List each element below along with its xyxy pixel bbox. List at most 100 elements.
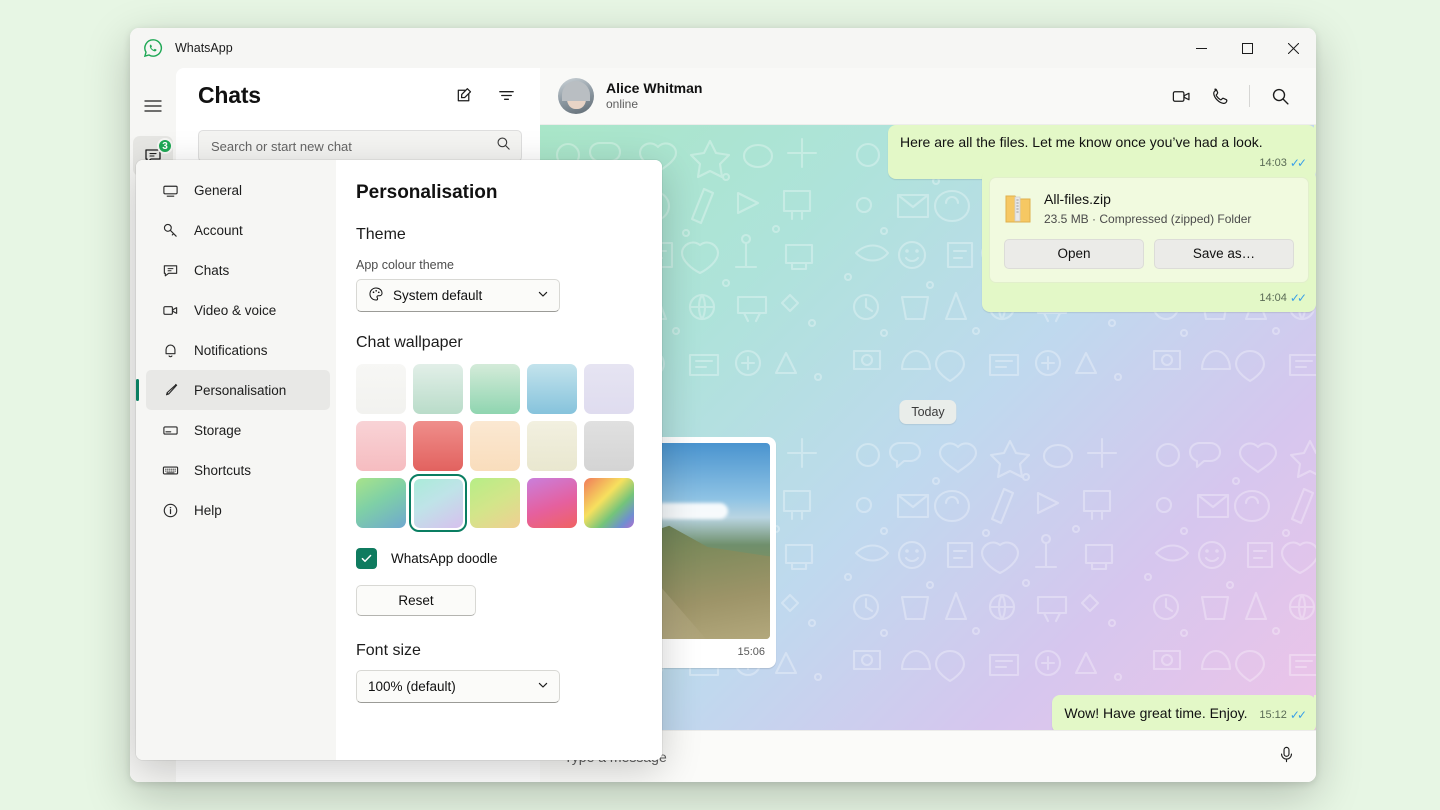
message-text: Wow! Have great time. Enjoy. xyxy=(1064,705,1247,721)
desktop-background: WhatsApp xyxy=(0,0,1440,810)
chats-unread-badge: 3 xyxy=(157,138,173,154)
hamburger-menu-icon[interactable] xyxy=(133,86,173,126)
search-input[interactable]: Search or start new chat xyxy=(198,130,522,162)
video-camera-icon xyxy=(160,302,180,319)
message-bubble-outgoing-2[interactable]: Wow! Have great time. Enjoy. 15:12 ✓✓ xyxy=(1052,695,1316,730)
wallpaper-swatch-rainbow[interactable] xyxy=(584,478,634,528)
wallpaper-swatch-grid[interactable] xyxy=(356,364,638,528)
theme-section-title: Theme xyxy=(356,226,638,244)
read-receipt-icon: ✓✓ xyxy=(1290,707,1304,723)
sidebar-item-notifications[interactable]: Notifications xyxy=(146,330,330,370)
peer-status: online xyxy=(606,97,702,112)
sidebar-item-account[interactable]: Account xyxy=(146,210,330,250)
storage-card-icon xyxy=(160,422,180,439)
key-icon xyxy=(160,222,180,239)
sidebar-item-storage[interactable]: Storage xyxy=(146,410,330,450)
app-colour-theme-dropdown[interactable]: System default xyxy=(356,279,560,312)
chat-header: Alice Whitman online xyxy=(540,68,1316,125)
title-bar: WhatsApp xyxy=(130,28,1316,68)
wallpaper-swatch-mint-lilac[interactable] xyxy=(413,478,463,528)
wallpaper-swatch-pale-mint[interactable] xyxy=(413,364,463,414)
maximize-button[interactable] xyxy=(1224,28,1270,68)
day-divider-chip: Today xyxy=(899,400,956,424)
wallpaper-section-title: Chat wallpaper xyxy=(356,334,638,352)
message-time: 14:04 xyxy=(1259,291,1287,306)
sidebar-item-help[interactable]: Help xyxy=(146,490,330,530)
chat-header-actions xyxy=(1165,80,1296,112)
app-title: WhatsApp xyxy=(175,41,233,55)
wallpaper-swatch-white[interactable] xyxy=(356,364,406,414)
whatsapp-doodle-checkbox[interactable]: WhatsApp doodle xyxy=(356,548,638,569)
paintbrush-icon xyxy=(160,382,180,399)
whatsapp-window: WhatsApp xyxy=(130,28,1316,782)
sidebar-item-label: Storage xyxy=(194,423,241,438)
wallpaper-swatch-green[interactable] xyxy=(470,364,520,414)
font-size-section-title: Font size xyxy=(356,642,638,660)
window-controls xyxy=(1178,28,1316,68)
sidebar-item-label: Chats xyxy=(194,263,229,278)
file-card: All-files.zip 23.5 MB · Compressed (zipp… xyxy=(989,177,1309,283)
close-button[interactable] xyxy=(1270,28,1316,68)
voice-call-icon[interactable] xyxy=(1203,80,1235,112)
wallpaper-swatch-lime-sand[interactable] xyxy=(470,478,520,528)
message-text: Here are all the files. Let me know once… xyxy=(900,134,1263,150)
wallpaper-swatch-green-blue[interactable] xyxy=(356,478,406,528)
sidebar-item-shortcuts[interactable]: Shortcuts xyxy=(146,450,330,490)
settings-dialog: General Account Chats xyxy=(136,160,662,760)
wallpaper-swatch-red[interactable] xyxy=(413,421,463,471)
app-colour-theme-value: System default xyxy=(393,288,482,303)
keyboard-icon xyxy=(160,462,180,479)
message-time: 15:06 xyxy=(737,646,765,658)
wallpaper-swatch-pink[interactable] xyxy=(356,421,406,471)
chats-title: Chats xyxy=(198,82,261,109)
search-container: Search or start new chat xyxy=(176,122,540,162)
file-meta: 23.5 MB · Compressed (zipped) Folder xyxy=(1044,211,1251,227)
video-call-icon[interactable] xyxy=(1165,80,1197,112)
checkmark-icon xyxy=(356,548,377,569)
doodle-label: WhatsApp doodle xyxy=(391,551,498,566)
font-size-dropdown[interactable]: 100% (default) xyxy=(356,670,560,703)
settings-content: Personalisation Theme App colour theme S… xyxy=(336,160,662,760)
wallpaper-swatch-cream[interactable] xyxy=(527,421,577,471)
chevron-down-icon xyxy=(537,288,549,303)
monitor-icon xyxy=(160,182,180,199)
sidebar-item-video-voice[interactable]: Video & voice xyxy=(146,290,330,330)
sidebar-item-label: Notifications xyxy=(194,343,268,358)
open-button[interactable]: Open xyxy=(1004,239,1144,269)
wallpaper-swatch-magenta[interactable] xyxy=(527,478,577,528)
avatar[interactable] xyxy=(558,78,594,114)
app-colour-theme-label: App colour theme xyxy=(356,258,638,272)
read-receipt-icon: ✓✓ xyxy=(1290,290,1304,306)
file-name: All-files.zip xyxy=(1044,190,1251,209)
whatsapp-logo-icon xyxy=(143,38,163,58)
reset-button[interactable]: Reset xyxy=(356,585,476,616)
search-placeholder: Search or start new chat xyxy=(211,139,352,154)
wallpaper-swatch-blue[interactable] xyxy=(527,364,577,414)
sidebar-item-general[interactable]: General xyxy=(146,170,330,210)
message-bubble-file[interactable]: All-files.zip 23.5 MB · Compressed (zipp… xyxy=(982,170,1316,312)
sidebar-item-chats[interactable]: Chats xyxy=(146,250,330,290)
sidebar-item-label: Shortcuts xyxy=(194,463,251,478)
sidebar-item-label: General xyxy=(194,183,242,198)
read-receipt-icon: ✓✓ xyxy=(1290,155,1304,171)
settings-nav: General Account Chats xyxy=(136,160,336,760)
save-as-button[interactable]: Save as… xyxy=(1154,239,1294,269)
search-in-chat-icon[interactable] xyxy=(1264,80,1296,112)
microphone-icon[interactable] xyxy=(1277,745,1296,769)
peer-name: Alice Whitman xyxy=(606,80,702,98)
sidebar-item-personalisation[interactable]: Personalisation xyxy=(146,370,330,410)
message-time: 14:03 xyxy=(1259,156,1287,171)
wallpaper-swatch-lavender[interactable] xyxy=(584,364,634,414)
minimize-button[interactable] xyxy=(1178,28,1224,68)
new-chat-compose-icon[interactable] xyxy=(448,79,480,111)
list-item[interactable]: Ziggy Woodley 9:12 xyxy=(176,772,540,782)
bell-icon xyxy=(160,342,180,359)
filter-icon[interactable] xyxy=(490,79,522,111)
chat-bubble-icon xyxy=(160,262,180,279)
wallpaper-swatch-peach[interactable] xyxy=(470,421,520,471)
sidebar-item-label: Help xyxy=(194,503,222,518)
divider xyxy=(1249,85,1250,107)
wallpaper-swatch-grey[interactable] xyxy=(584,421,634,471)
sidebar-item-label: Account xyxy=(194,223,243,238)
sidebar-item-label: Personalisation xyxy=(194,383,286,398)
